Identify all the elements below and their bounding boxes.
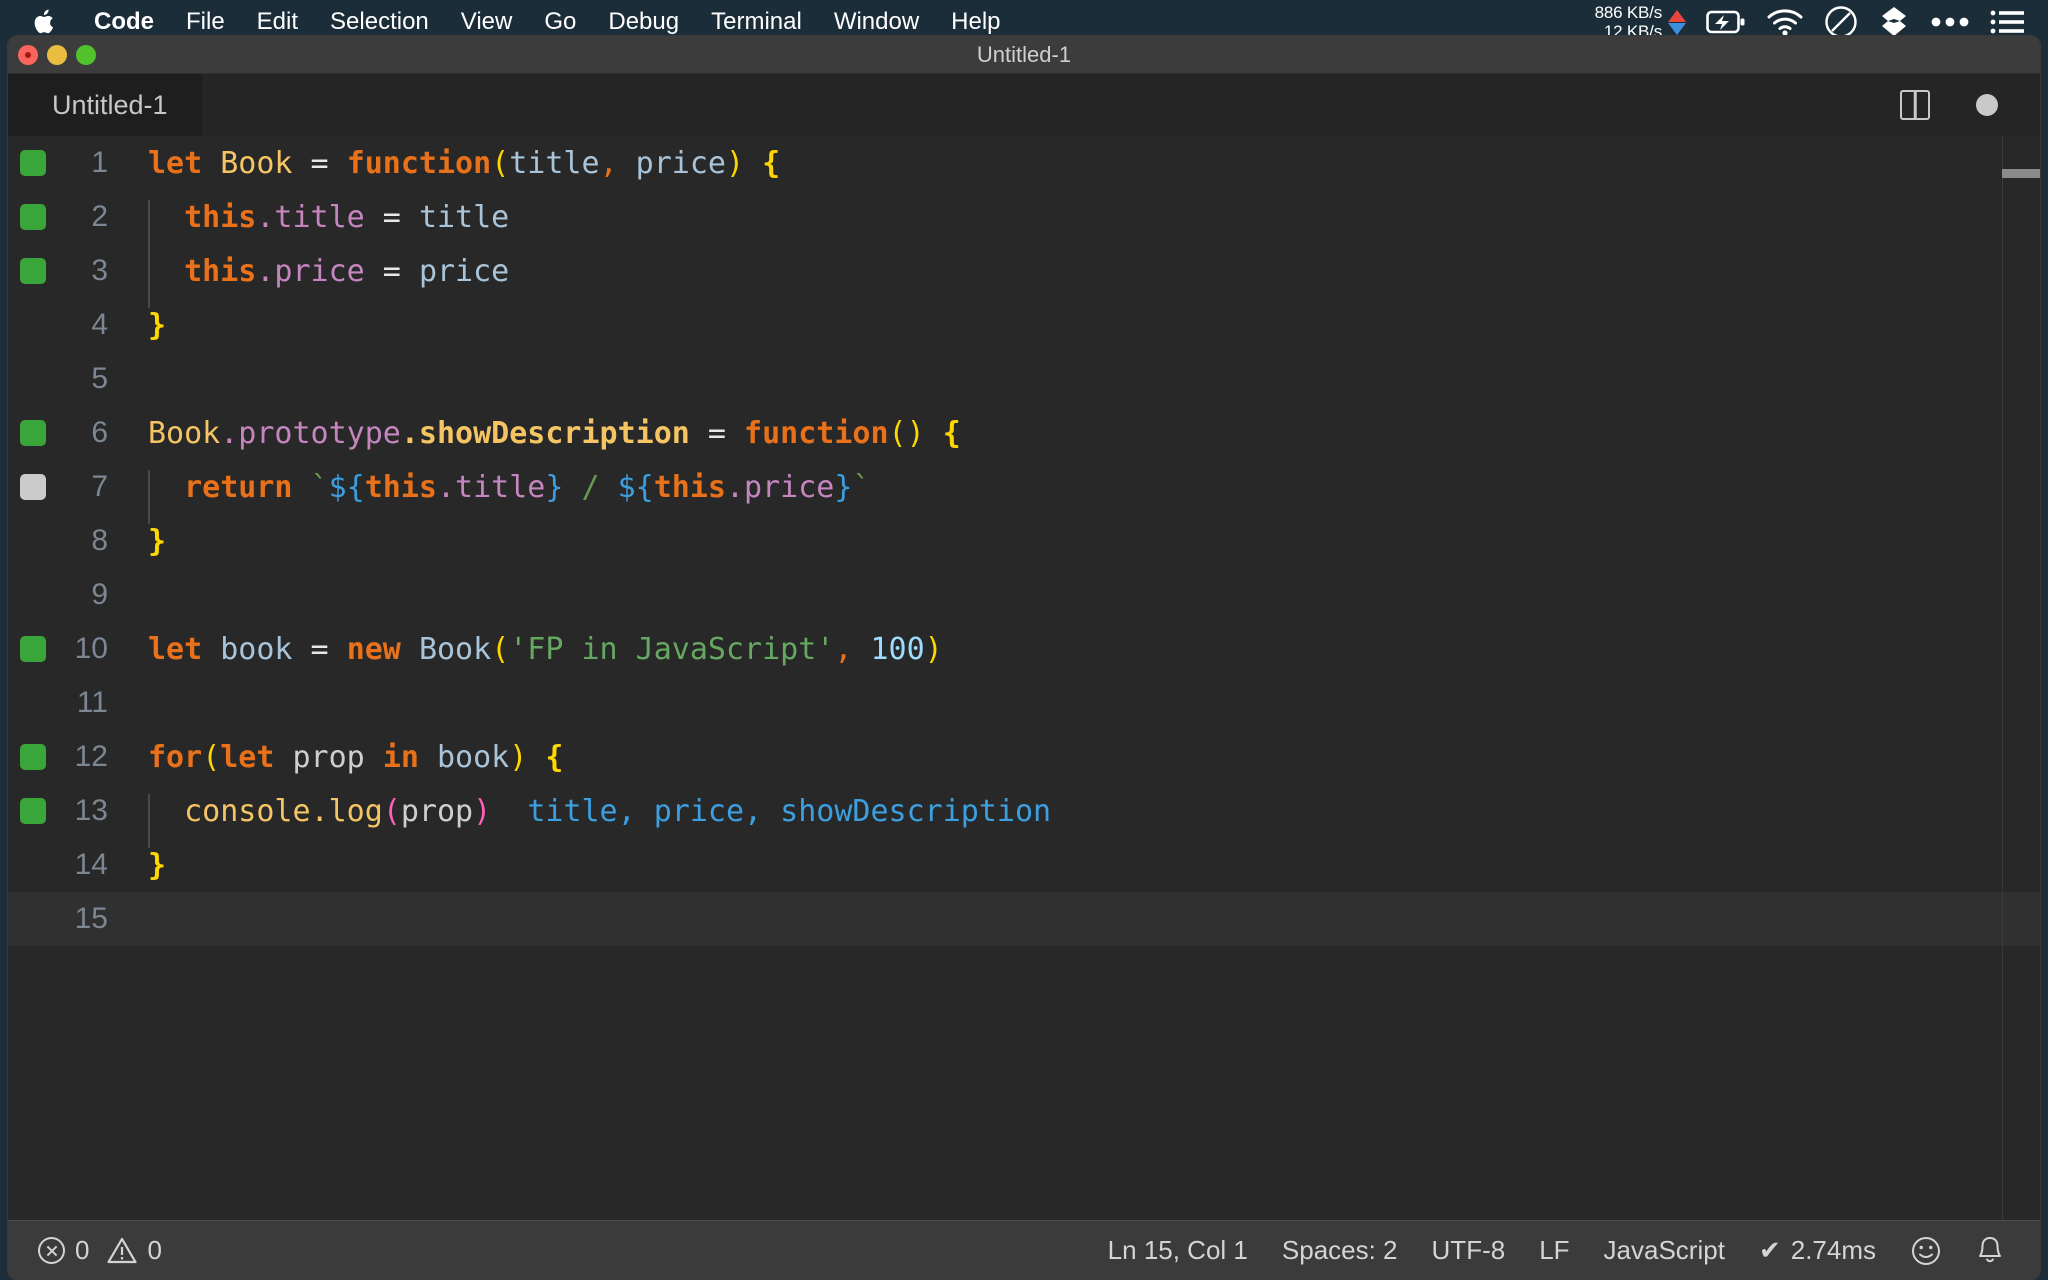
line-number: 11	[76, 686, 108, 719]
breakpoint-marker[interactable]	[20, 150, 46, 176]
code-line[interactable]: 3 this.price = price	[8, 244, 2040, 308]
code-line-active[interactable]: 15	[8, 892, 2040, 946]
line-content[interactable]: this.price = price	[148, 253, 2040, 308]
problems-indicator[interactable]: 0 0	[38, 1235, 162, 1266]
do-not-disturb-icon[interactable]	[1824, 5, 1858, 39]
inline-debug-hint: title, price, showDescription	[527, 793, 1052, 829]
wifi-icon[interactable]	[1766, 8, 1804, 36]
code-line[interactable]: 2 this.title = title	[8, 190, 2040, 254]
line-content[interactable]: Book.prototype.showDescription = functio…	[148, 416, 2040, 451]
code-editor[interactable]: 1 let Book = function(title, price) { 2 …	[8, 136, 2040, 1220]
breakpoint-marker-disabled[interactable]	[20, 474, 46, 500]
timing-value: 2.74ms	[1790, 1235, 1876, 1265]
breakpoint-marker[interactable]	[20, 798, 46, 824]
breakpoint-marker[interactable]	[20, 258, 46, 284]
line-content[interactable]: let book = new Book('FP in JavaScript', …	[148, 632, 2040, 667]
unsaved-dot-icon[interactable]	[1976, 94, 1998, 116]
encoding-setting[interactable]: UTF-8	[1432, 1235, 1506, 1266]
ellipsis-icon[interactable]	[1930, 16, 1970, 28]
minimize-button[interactable]	[47, 45, 67, 65]
code-line[interactable]: 6 Book.prototype.showDescription = funct…	[8, 406, 2040, 460]
line-content[interactable]: }	[148, 308, 2040, 343]
status-bar-right: Ln 15, Col 1 Spaces: 2 UTF-8 LF JavaScri…	[1108, 1235, 2040, 1267]
download-arrow-icon	[1668, 22, 1686, 35]
line-content[interactable]: for(let prop in book) {	[148, 740, 2040, 775]
cursor-position[interactable]: Ln 15, Col 1	[1108, 1235, 1248, 1266]
window-titlebar: Untitled-1	[8, 36, 2040, 74]
line-number: 9	[91, 578, 108, 611]
line-content[interactable]: this.title = title	[148, 199, 2040, 254]
scrollbar-thumb[interactable]	[2002, 169, 2040, 178]
line-content[interactable]: let Book = function(title, price) {	[148, 146, 2040, 181]
editor-tabbar: Untitled-1	[8, 74, 2040, 136]
tabbar-actions	[1900, 90, 2040, 120]
error-count: 0	[75, 1235, 90, 1265]
eol-setting[interactable]: LF	[1539, 1235, 1569, 1266]
upload-speed: 886 KB/s	[1594, 2, 1663, 22]
code-line[interactable]: 1 let Book = function(title, price) {	[8, 136, 2040, 190]
traffic-lights	[18, 45, 96, 65]
code-lines-container: 1 let Book = function(title, price) { 2 …	[8, 136, 2040, 946]
tab-label: Untitled-1	[52, 89, 168, 120]
editor-scrollbar[interactable]	[2002, 136, 2040, 1220]
battery-charging-icon[interactable]	[1706, 9, 1746, 35]
line-content[interactable]: }	[148, 524, 2040, 559]
smiley-icon[interactable]	[1910, 1235, 1942, 1267]
check-icon: ✔	[1758, 1235, 1781, 1265]
line-number: 5	[91, 362, 108, 395]
indentation-setting[interactable]: Spaces: 2	[1282, 1235, 1398, 1266]
apple-logo-icon[interactable]	[30, 5, 60, 39]
status-bar: 0 0 Ln 15, Col 1 Spaces: 2 UTF-8 LF Java…	[8, 1220, 2040, 1280]
line-content[interactable]: console.log(prop) title, price, showDesc…	[148, 793, 2040, 848]
status-bar-left: 0 0	[8, 1235, 162, 1266]
breakpoint-marker[interactable]	[20, 636, 46, 662]
code-line[interactable]: 14 }	[8, 838, 2040, 892]
error-icon	[38, 1237, 65, 1264]
code-line[interactable]: 10 let book = new Book('FP in JavaScript…	[8, 622, 2040, 676]
code-line[interactable]: 4 }	[8, 298, 2040, 352]
line-number: 15	[74, 902, 108, 935]
bell-icon[interactable]	[1976, 1235, 2004, 1267]
breakpoint-marker[interactable]	[20, 204, 46, 230]
upload-arrow-icon	[1668, 9, 1686, 22]
split-editor-icon[interactable]	[1900, 90, 1930, 120]
window-title: Untitled-1	[976, 41, 1072, 67]
language-mode[interactable]: JavaScript	[1604, 1235, 1725, 1266]
editor-tab-untitled-1[interactable]: Untitled-1	[8, 74, 202, 136]
close-button[interactable]	[18, 45, 38, 65]
line-number: 14	[74, 848, 108, 881]
breakpoint-marker[interactable]	[20, 420, 46, 446]
code-line[interactable]: 8 }	[8, 514, 2040, 568]
code-line[interactable]: 13 console.log(prop) title, price, showD…	[8, 784, 2040, 848]
code-line[interactable]: 5	[8, 352, 2040, 406]
code-line[interactable]: 11	[8, 676, 2040, 730]
dropbox-icon[interactable]	[1878, 5, 1910, 39]
line-content[interactable]: }	[148, 848, 2040, 883]
list-menu-icon[interactable]	[1990, 9, 2024, 35]
warning-icon	[107, 1237, 138, 1264]
code-line[interactable]: 7 return `${this.title} / ${this.price}`	[8, 460, 2040, 524]
maximize-button[interactable]	[76, 45, 96, 65]
line-number: 8	[91, 524, 108, 557]
line-content[interactable]: return `${this.title} / ${this.price}`	[148, 469, 2040, 524]
vscode-window: Untitled-1 Untitled-1 1 let Book = funct…	[8, 36, 2040, 1280]
line-number: 4	[91, 308, 108, 341]
breakpoint-marker[interactable]	[20, 744, 46, 770]
run-timing[interactable]: ✔ 2.74ms	[1759, 1235, 1876, 1266]
code-line[interactable]: 12 for(let prop in book) {	[8, 730, 2040, 784]
warning-count: 0	[147, 1235, 162, 1265]
code-line[interactable]: 9	[8, 568, 2040, 622]
